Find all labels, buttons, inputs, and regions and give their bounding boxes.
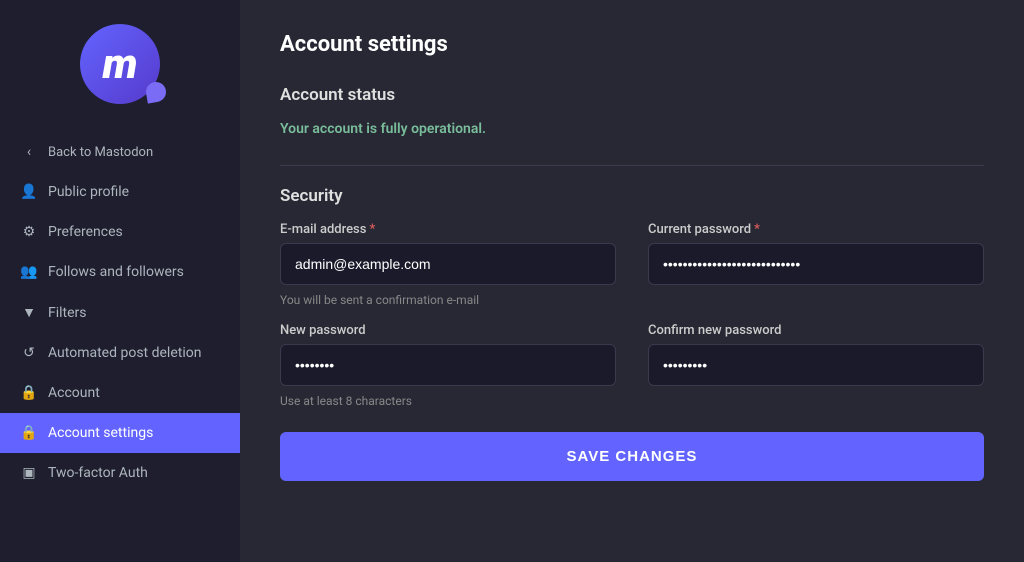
security-heading: Security <box>280 186 984 206</box>
sidebar-item-label: Preferences <box>48 224 123 240</box>
logo-letter: m <box>102 40 137 89</box>
password-hint: Use at least 8 characters <box>280 394 616 408</box>
email-label: E-mail address* <box>280 222 616 237</box>
page-title: Account settings <box>280 32 984 57</box>
new-password-label: New password <box>280 323 616 338</box>
back-icon: ‹ <box>20 144 38 160</box>
sidebar-item-label: Back to Mastodon <box>48 145 153 160</box>
lock-icon: 🔒 <box>20 385 38 401</box>
confirm-password-label: Confirm new password <box>648 323 984 338</box>
sidebar-item-preferences[interactable]: ⚙ Preferences <box>0 212 240 252</box>
two-factor-icon: ▣ <box>20 465 38 481</box>
new-password-group: New password Use at least 8 characters <box>280 323 616 408</box>
account-status-section: Account status Your account is fully ope… <box>280 85 984 137</box>
sidebar-item-auto-delete[interactable]: ↺ Automated post deletion <box>0 333 240 373</box>
delete-icon: ↺ <box>20 345 38 361</box>
sidebar-item-label: Automated post deletion <box>48 345 201 361</box>
sidebar-item-filters[interactable]: ▼ Filters <box>0 292 240 333</box>
email-required-star: * <box>369 222 375 237</box>
sidebar-item-label: Account <box>48 385 100 401</box>
top-form-row: E-mail address* You will be sent a confi… <box>280 222 984 307</box>
current-password-input[interactable] <box>648 243 984 285</box>
sidebar-item-label: Follows and followers <box>48 264 184 280</box>
sidebar-nav: ‹ Back to Mastodon 👤 Public profile ⚙ Pr… <box>0 124 240 562</box>
logo-container: m <box>0 0 240 124</box>
current-password-required-star: * <box>754 222 760 237</box>
gear-icon: ⚙ <box>20 224 38 240</box>
filter-icon: ▼ <box>20 304 38 321</box>
account-status-heading: Account status <box>280 85 984 105</box>
mastodon-logo: m <box>80 24 160 104</box>
sidebar-item-label: Filters <box>48 305 87 321</box>
current-password-group: Current password* <box>648 222 984 307</box>
settings-lock-icon: 🔒 <box>20 425 38 441</box>
account-status-message: Your account is fully operational. <box>280 121 984 137</box>
security-section: Security E-mail address* You will be sen… <box>280 186 984 481</box>
follows-icon: 👥 <box>20 264 38 280</box>
sidebar-item-public-profile[interactable]: 👤 Public profile <box>0 172 240 212</box>
sidebar-item-two-factor[interactable]: ▣ Two-factor Auth <box>0 453 240 493</box>
main-content: Account settings Account status Your acc… <box>240 0 1024 562</box>
profile-icon: 👤 <box>20 184 38 200</box>
bottom-form-row: New password Use at least 8 characters C… <box>280 323 984 408</box>
sidebar-item-follows[interactable]: 👥 Follows and followers <box>0 252 240 292</box>
divider-1 <box>280 165 984 166</box>
email-hint: You will be sent a confirmation e-mail <box>280 293 616 307</box>
sidebar-item-back[interactable]: ‹ Back to Mastodon <box>0 132 240 172</box>
sidebar-item-label: Account settings <box>48 425 153 441</box>
sidebar-item-account[interactable]: 🔒 Account <box>0 373 240 413</box>
sidebar-item-account-settings[interactable]: 🔒 Account settings <box>0 413 240 453</box>
sidebar-item-label: Public profile <box>48 184 129 200</box>
email-input[interactable] <box>280 243 616 285</box>
current-password-label: Current password* <box>648 222 984 237</box>
sidebar-item-label: Two-factor Auth <box>48 465 148 481</box>
logo-tail <box>144 80 167 103</box>
email-group: E-mail address* You will be sent a confi… <box>280 222 616 307</box>
sidebar: m ‹ Back to Mastodon 👤 Public profile ⚙ … <box>0 0 240 562</box>
save-changes-button[interactable]: SAVE CHANGES <box>280 432 984 481</box>
new-password-input[interactable] <box>280 344 616 386</box>
confirm-password-input[interactable] <box>648 344 984 386</box>
confirm-password-group: Confirm new password <box>648 323 984 408</box>
